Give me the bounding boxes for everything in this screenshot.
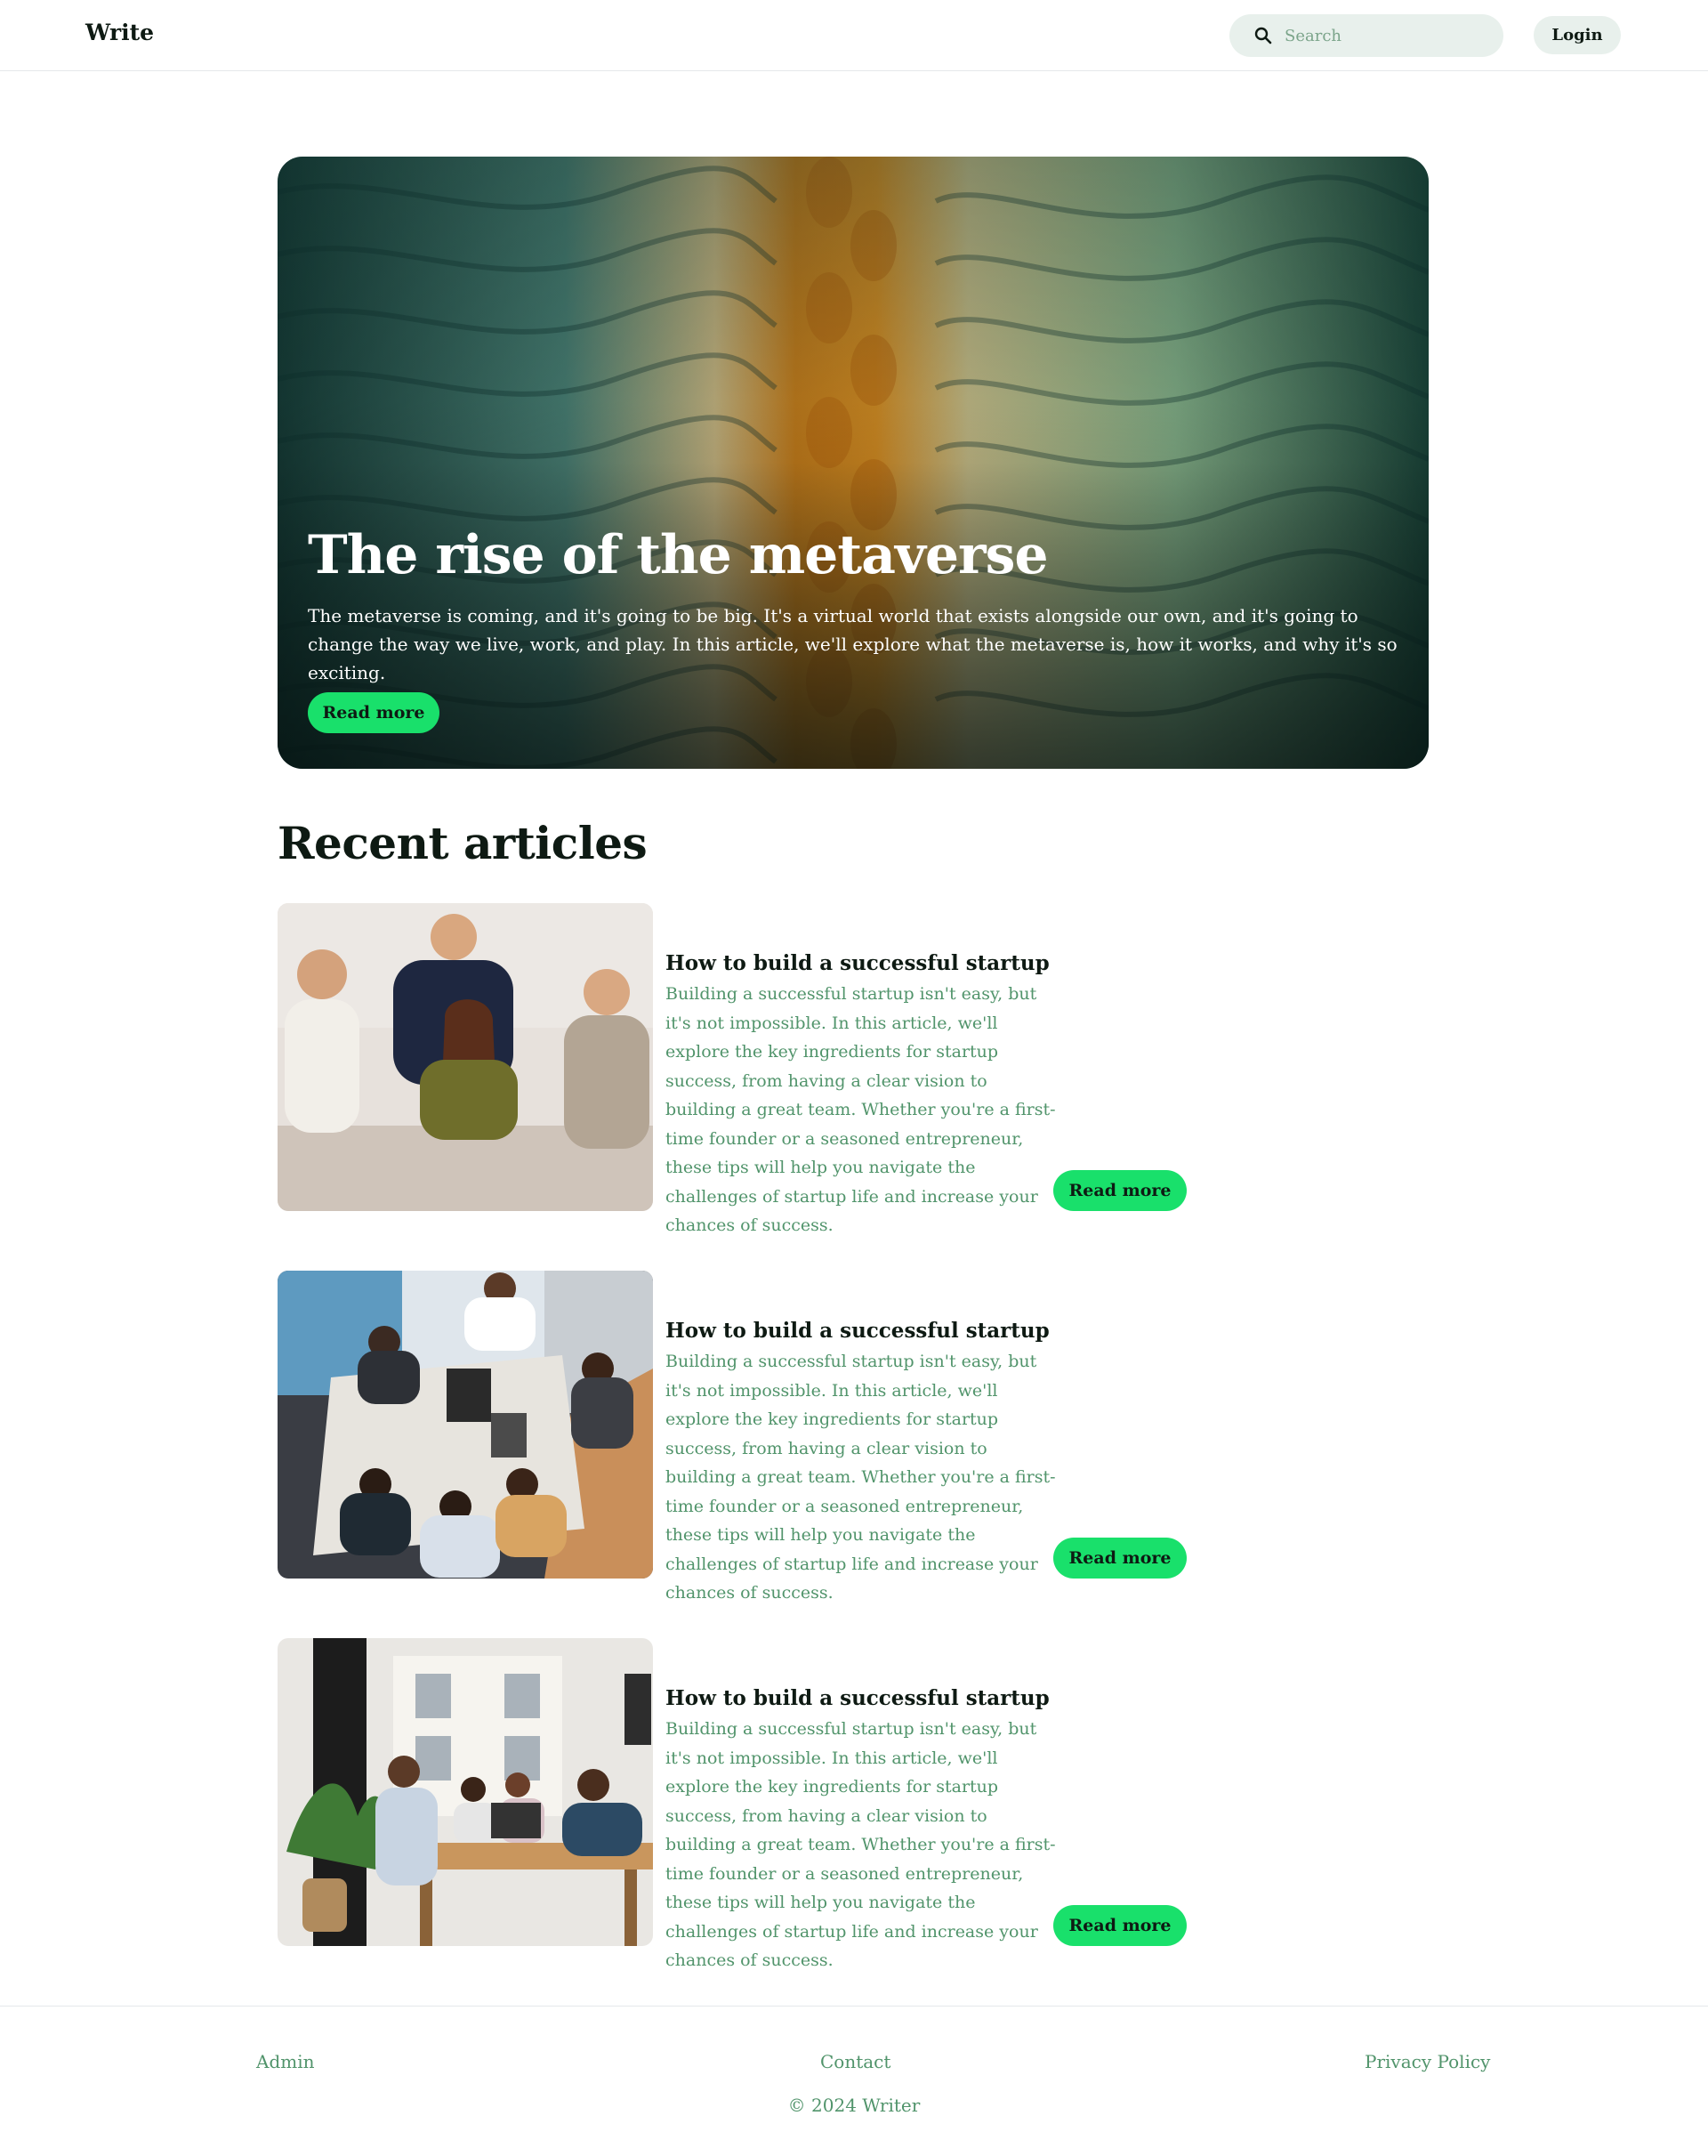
article-excerpt: Building a successful startup isn't easy… (665, 1352, 1056, 1603)
article-image-team-portrait[interactable] (278, 903, 653, 1211)
recent-articles-heading: Recent articles (278, 817, 648, 869)
article-image-office-table[interactable] (278, 1638, 653, 1946)
top-nav: Write Login (0, 0, 1708, 71)
search-input[interactable] (1285, 14, 1489, 57)
search-box[interactable] (1229, 14, 1503, 57)
article-title[interactable]: How to build a successful startup (665, 1319, 1050, 1343)
footer: Admin Contact Privacy Policy © 2024 Writ… (0, 2006, 1708, 2156)
article-excerpt: Building a successful startup isn't easy… (665, 1719, 1056, 1970)
article-title[interactable]: How to build a successful startup (665, 1686, 1050, 1710)
login-button[interactable]: Login (1534, 16, 1621, 54)
article-read-more-button[interactable]: Read more (1053, 1538, 1187, 1579)
article-image-meeting-overhead[interactable] (278, 1271, 653, 1579)
hero-description: The metaverse is coming, and it's going … (308, 605, 1398, 683)
hero-title: The rise of the metaverse (308, 524, 1049, 586)
article-card: How to build a successful startup Buildi… (278, 1638, 1187, 1970)
copyright-text: © 2024 Writer (787, 2095, 921, 2116)
site-logo[interactable]: Write (85, 20, 154, 45)
footer-link-contact[interactable]: Contact (820, 2051, 890, 2072)
hero-card: The rise of the metaverse The metaverse … (278, 157, 1429, 769)
footer-link-admin[interactable]: Admin (256, 2051, 315, 2072)
article-excerpt: Building a successful startup isn't easy… (665, 984, 1056, 1235)
search-icon (1254, 27, 1272, 44)
footer-link-privacy-policy[interactable]: Privacy Policy (1365, 2051, 1490, 2072)
article-read-more-button[interactable]: Read more (1053, 1905, 1187, 1946)
article-card: How to build a successful startup Buildi… (278, 903, 1187, 1235)
article-title[interactable]: How to build a successful startup (665, 951, 1050, 975)
hero-read-more-button[interactable]: Read more (308, 692, 439, 733)
article-read-more-button[interactable]: Read more (1053, 1170, 1187, 1211)
article-card: How to build a successful startup Buildi… (278, 1271, 1187, 1603)
